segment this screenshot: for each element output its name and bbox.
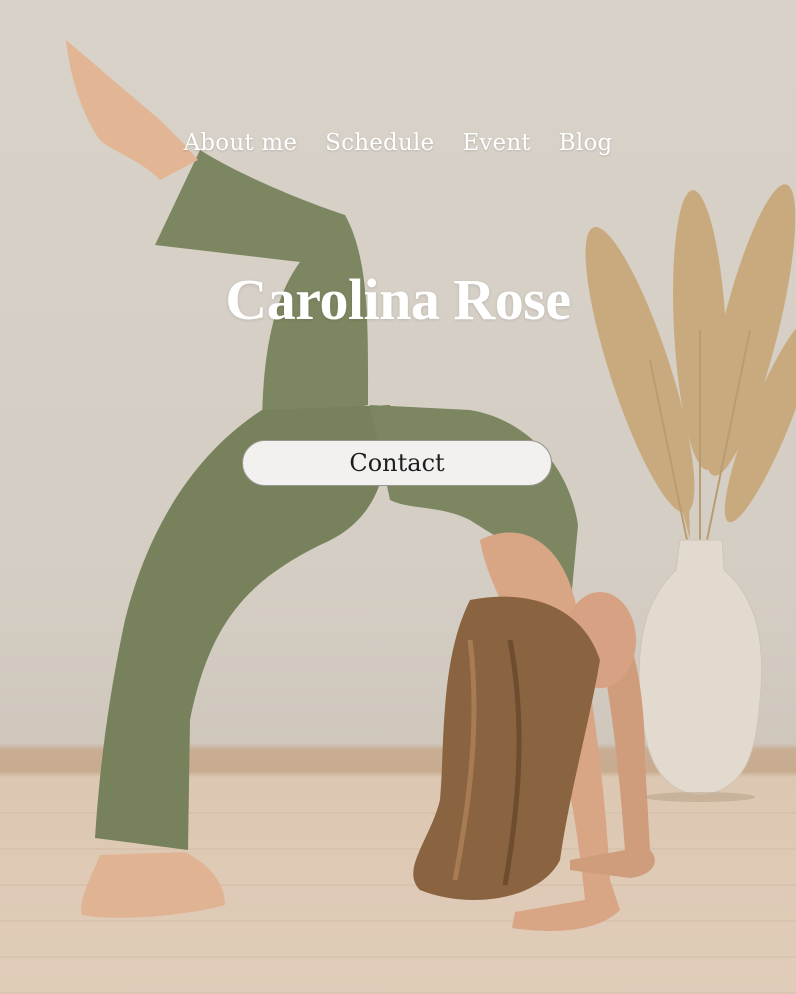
page-title: Carolina Rose [225, 267, 571, 332]
nav-link-blog[interactable]: Blog [559, 130, 613, 156]
contact-button-label: Contact [349, 449, 445, 477]
ceramic-vase [638, 539, 763, 797]
nav-link-about-me[interactable]: About me [184, 130, 298, 156]
main-nav: About me Schedule Event Blog [0, 130, 796, 156]
nav-link-event[interactable]: Event [462, 130, 530, 156]
hero-section: About me Schedule Event Blog Carolina Ro… [0, 0, 796, 994]
nav-link-schedule[interactable]: Schedule [325, 130, 434, 156]
contact-button[interactable]: Contact [242, 440, 552, 486]
pampas-grass [585, 184, 796, 546]
